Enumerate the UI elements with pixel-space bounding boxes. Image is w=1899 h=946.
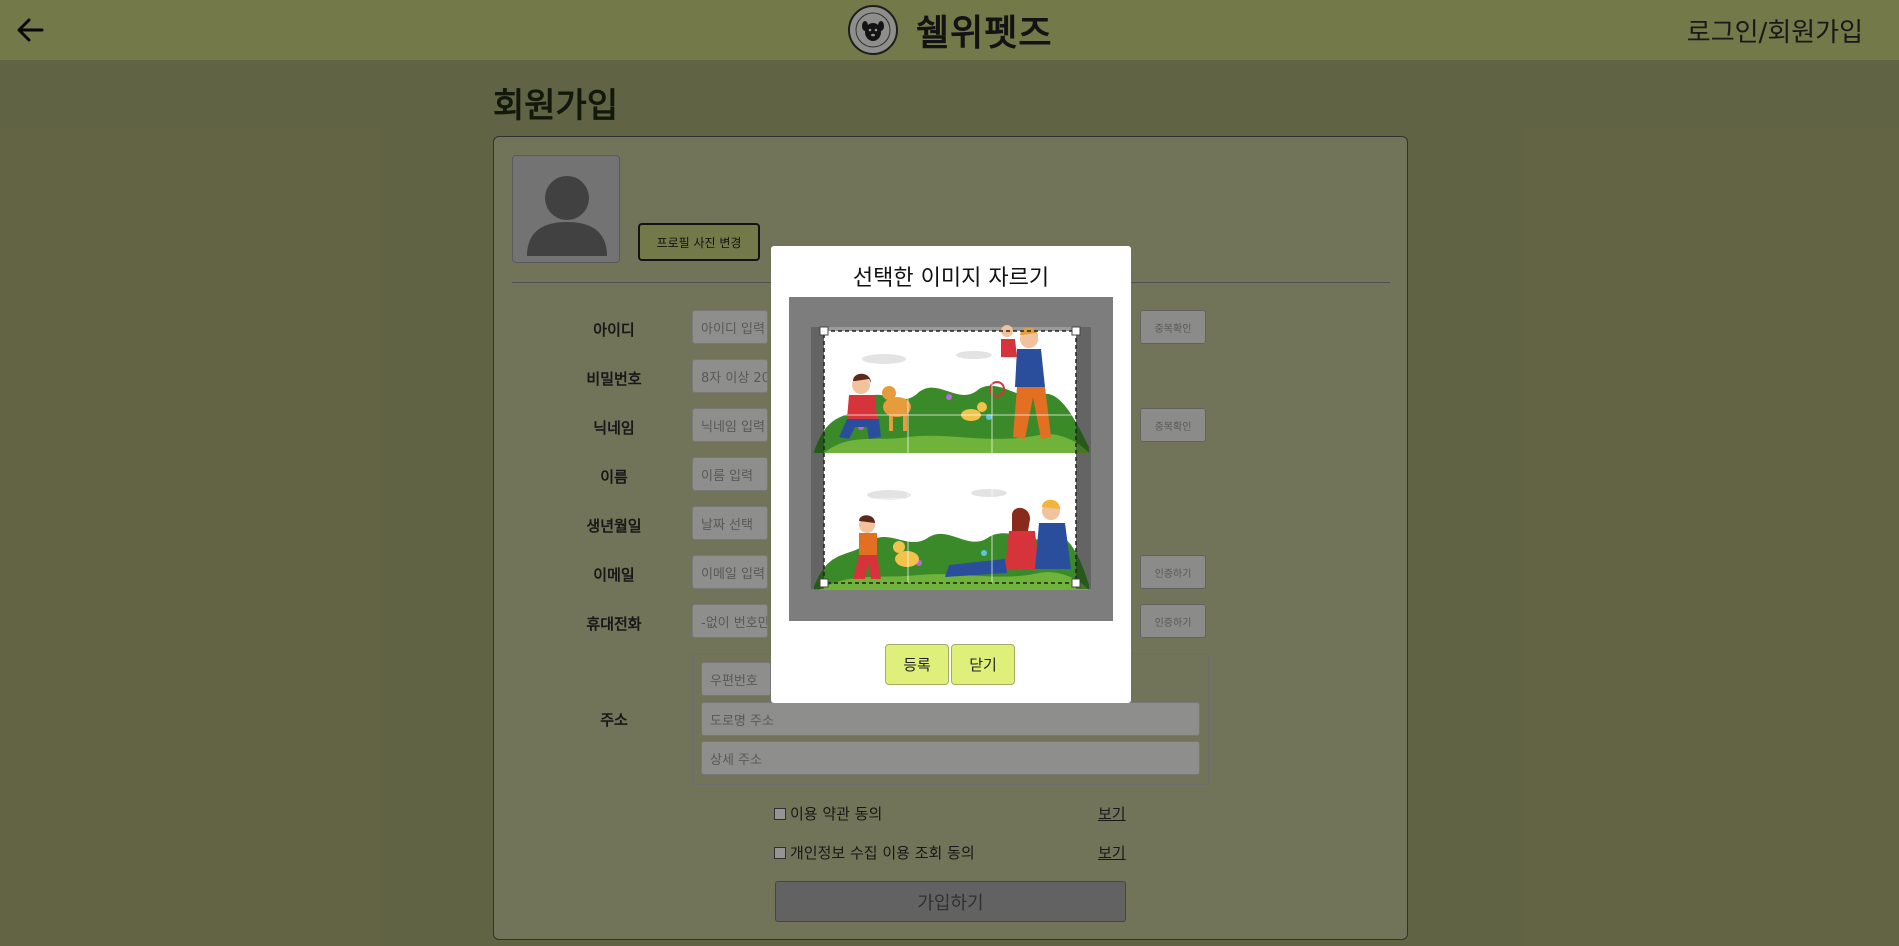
register-button[interactable]: 등록 bbox=[885, 644, 949, 685]
image-cropper[interactable] bbox=[789, 297, 1113, 621]
family-dog-illustration bbox=[811, 325, 1091, 590]
crop-modal: 선택한 이미지 자르기 등록 닫기 bbox=[771, 246, 1131, 703]
modal-title: 선택한 이미지 자르기 bbox=[852, 266, 1050, 291]
close-button[interactable]: 닫기 bbox=[951, 644, 1015, 685]
